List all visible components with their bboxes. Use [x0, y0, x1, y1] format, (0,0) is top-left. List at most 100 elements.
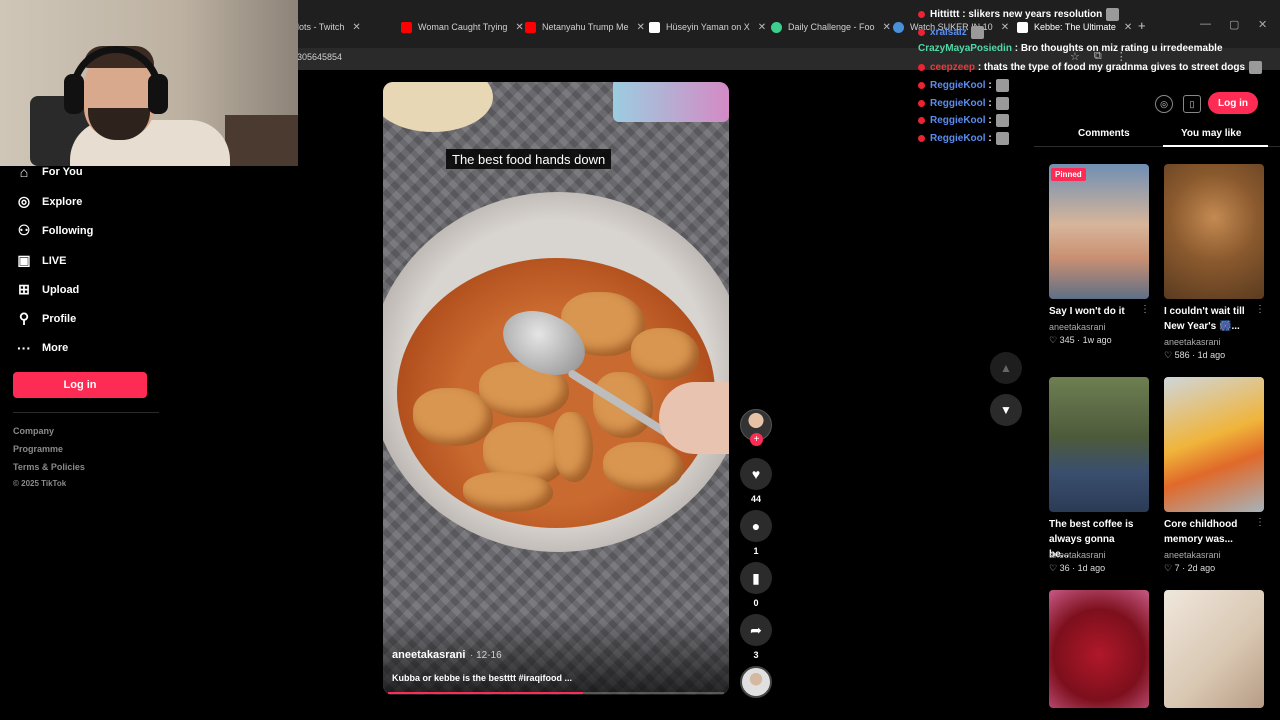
youtube-icon: [525, 21, 536, 33]
video-thumbnail[interactable]: [1164, 377, 1264, 512]
bookmark-icon: ▮: [752, 569, 760, 586]
card-meta: ♡ 36 · 1d ago: [1049, 563, 1106, 573]
chat-text: : slikers new years resolution: [962, 9, 1103, 20]
chat-message: xralsalz: [918, 26, 984, 39]
video-description[interactable]: Kubba or kebbe is the bestttt #iraqifood…: [392, 673, 572, 683]
compass-icon[interactable]: ◎: [1155, 95, 1173, 113]
close-icon[interactable]: ✕: [1001, 22, 1009, 33]
footer-link-company[interactable]: Company: [13, 426, 54, 436]
new-tab-button[interactable]: +: [1138, 18, 1146, 33]
heart-icon: ♥: [751, 466, 761, 482]
video-player[interactable]: [383, 82, 729, 695]
minimize-button[interactable]: —: [1200, 18, 1211, 30]
footer-link-terms[interactable]: Terms & Policies: [13, 462, 85, 472]
address-url[interactable]: 305645854: [297, 52, 342, 62]
chat-message: ReggieKool :: [918, 79, 1009, 92]
card-age: 1d ago: [1197, 350, 1226, 360]
card-author[interactable]: aneetakasrani: [1049, 322, 1106, 332]
next-video-button[interactable]: ▼: [990, 394, 1022, 426]
more-options-icon[interactable]: ⋮: [1140, 304, 1150, 315]
footer-link-programme[interactable]: Programme: [13, 444, 63, 454]
browser-tab[interactable]: Netanyahu Trump Me ✕: [525, 18, 645, 36]
chat-badge-icon: [918, 100, 925, 107]
chat-message: ReggieKool :: [918, 97, 1009, 110]
close-icon[interactable]: ✕: [758, 22, 766, 33]
sidebar-item-more[interactable]: ··· More: [14, 340, 68, 356]
heart-outline-icon: ♡: [1049, 335, 1058, 345]
card-title[interactable]: I couldn't wait till New Year's ⁣🎆...: [1164, 304, 1250, 334]
close-icon[interactable]: ✕: [352, 22, 360, 33]
login-button[interactable]: Log in: [13, 372, 147, 398]
sidebar-item-label: Explore: [42, 195, 83, 208]
video-thumbnail[interactable]: [1049, 164, 1149, 299]
browser-tab[interactable]: Hüseyin Yaman on X ✕: [649, 18, 766, 36]
video-thumbnail[interactable]: [1049, 590, 1149, 708]
share-count: 3: [753, 650, 759, 660]
emote-icon: [1249, 61, 1263, 74]
close-icon[interactable]: ✕: [1124, 22, 1132, 33]
webcam-overlay: [0, 0, 298, 166]
card-age: 1d ago: [1077, 563, 1106, 573]
sidebar-item-upload[interactable]: ⊞ Upload: [14, 281, 79, 298]
close-window-button[interactable]: ✕: [1258, 18, 1267, 31]
chat-username: ReggieKool: [930, 98, 986, 109]
previous-video-button[interactable]: ▲: [990, 352, 1022, 384]
chat-text: : Bro thoughts on miz rating u irredeema…: [1014, 43, 1223, 54]
save-button[interactable]: ▮: [740, 562, 772, 594]
card-title[interactable]: Say I won't do it: [1049, 304, 1149, 319]
sound-avatar[interactable]: [740, 666, 772, 698]
sidebar-item-live[interactable]: ▣ LIVE: [14, 252, 66, 269]
more-icon: ···: [17, 340, 31, 356]
card-author[interactable]: aneetakasrani: [1049, 550, 1106, 560]
emote-icon: [995, 114, 1009, 127]
video-thumbnail[interactable]: [1049, 377, 1149, 512]
video-thumbnail[interactable]: [1164, 590, 1264, 708]
more-options-icon[interactable]: ⋮: [1255, 304, 1265, 315]
home-icon: ⌂: [19, 164, 29, 180]
tiktok-icon: [1017, 21, 1028, 33]
device-icon[interactable]: ▯: [1183, 95, 1201, 113]
maximize-button[interactable]: ▢: [1229, 18, 1239, 31]
close-icon[interactable]: ✕: [637, 22, 645, 33]
close-icon[interactable]: ✕: [515, 22, 523, 33]
browser-tab[interactable]: Daily Challenge - Foo ✕: [771, 18, 891, 36]
video-progress-bar[interactable]: [388, 692, 724, 694]
tab-you-may-like[interactable]: You may like: [1181, 128, 1241, 139]
card-meta: ♡ 7 · 2d ago: [1164, 563, 1216, 573]
close-icon[interactable]: ✕: [883, 22, 891, 33]
browser-tab[interactable]: lots - Twitch ✕: [297, 18, 361, 36]
chat-message: ceepzeep : thats the type of food my gra…: [918, 61, 1263, 74]
sidebar-item-label: Following: [42, 224, 94, 237]
follow-plus-icon[interactable]: +: [750, 433, 763, 446]
browser-tab[interactable]: Woman Caught Trying ✕: [401, 18, 524, 36]
share-button[interactable]: ➦: [740, 614, 772, 646]
tab-label: Woman Caught Trying: [418, 22, 508, 32]
card-title[interactable]: Core childhood memory was...: [1164, 517, 1250, 547]
card-author[interactable]: aneetakasrani: [1164, 337, 1221, 347]
right-panel-icons: ◎ ▯: [1155, 95, 1201, 113]
card-likes: 345: [1059, 335, 1075, 345]
video-author[interactable]: aneetakasrani: [392, 649, 465, 661]
youtube-icon: [401, 21, 412, 33]
heart-outline-icon: ♡: [1164, 350, 1173, 360]
video-thumbnail[interactable]: [1164, 164, 1264, 299]
more-options-icon[interactable]: ⋮: [1255, 517, 1265, 528]
sidebar-item-explore[interactable]: ◎ Explore: [14, 193, 82, 210]
like-button[interactable]: ♥: [740, 458, 772, 490]
sidebar-item-profile[interactable]: ⚲ Profile: [14, 310, 76, 327]
sidebar-item-for-you[interactable]: ⌂ For You: [14, 164, 83, 180]
tab-label: Kebbe: The Ultimate: [1034, 22, 1116, 32]
video-caption-overlay: The best food hands down: [446, 149, 612, 169]
site-icon: [893, 21, 904, 33]
tab-comments[interactable]: Comments: [1078, 128, 1130, 139]
sidebar-item-following[interactable]: ⚇ Following: [14, 222, 94, 239]
emote-icon: [995, 97, 1009, 110]
like-count: 44: [750, 494, 761, 504]
card-likes: 586: [1174, 350, 1190, 360]
card-meta: ♡ 586 · 1d ago: [1164, 350, 1226, 360]
comment-button[interactable]: ●: [740, 510, 772, 542]
card-age: 2d ago: [1187, 563, 1216, 573]
divider: [13, 412, 159, 413]
card-author[interactable]: aneetakasrani: [1164, 550, 1221, 560]
header-login-button[interactable]: Log in: [1208, 92, 1258, 114]
